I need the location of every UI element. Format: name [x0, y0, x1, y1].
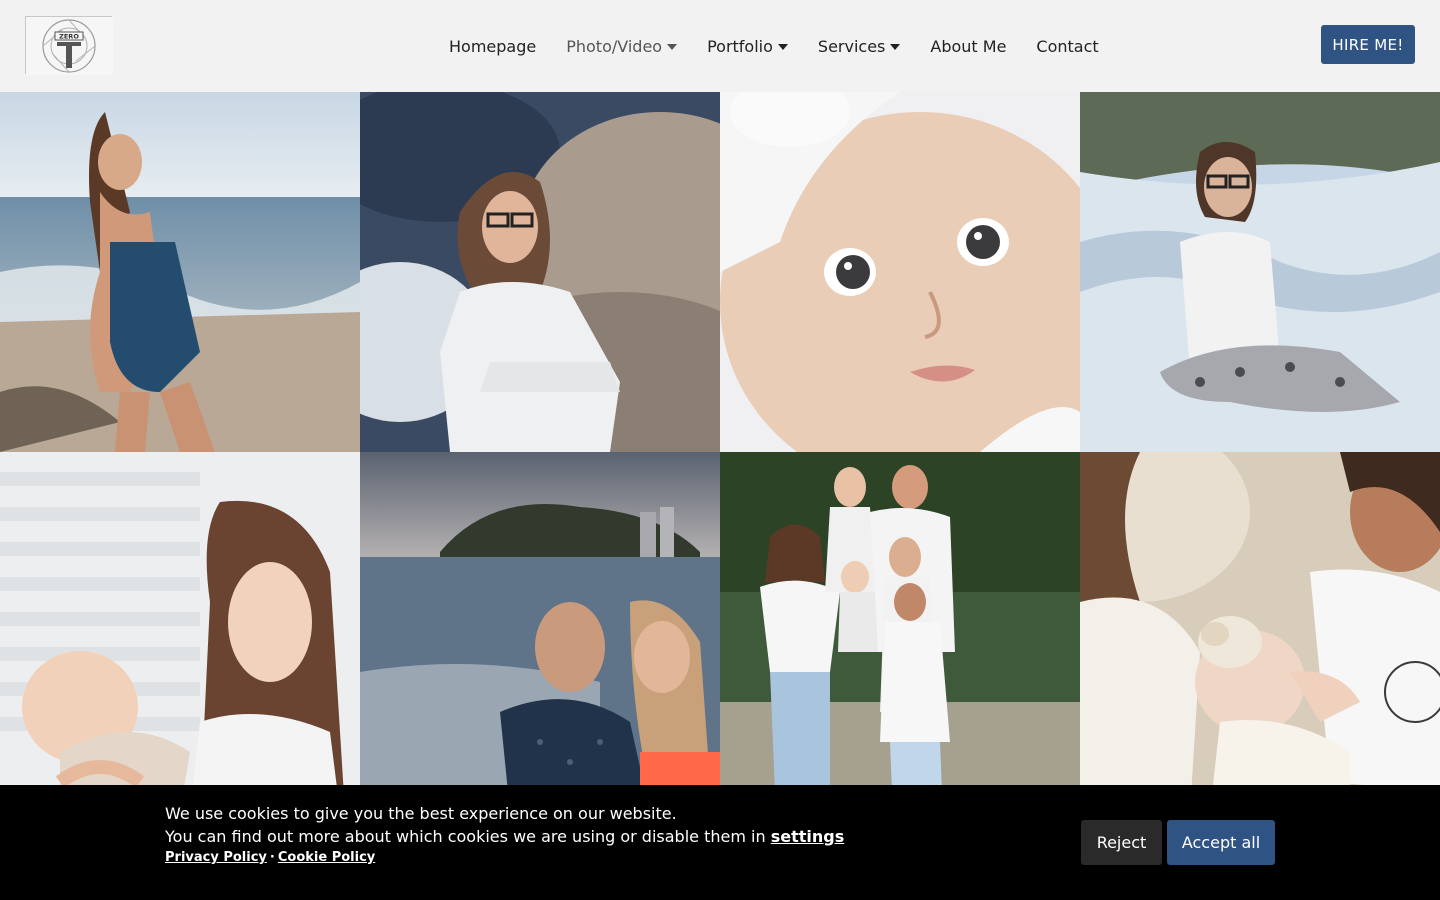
caret-down-icon [667, 44, 678, 50]
gallery-photo-mother-baby[interactable] [0, 452, 360, 812]
cookie-policy-link[interactable]: Cookie Policy [278, 850, 375, 865]
photo-woman-swimsuit-image [0, 92, 360, 452]
nav-homepage[interactable]: Homepage [449, 37, 536, 56]
nav-portfolio[interactable]: Portfolio [707, 37, 788, 56]
accept-all-cookies-button[interactable]: Accept all [1167, 820, 1275, 865]
main-navigation: Homepage Photo/Video Portfolio Services … [449, 0, 1129, 92]
gallery-photo-baby-closeup[interactable] [720, 92, 1080, 452]
site-header: ZERO Homepage Photo/Video Portfolio Serv… [0, 0, 1440, 92]
gallery-photo-woman-rocks[interactable] [360, 92, 720, 452]
photo-woman-sitting-image [1080, 92, 1440, 452]
photo-woman-glasses-image [360, 92, 720, 452]
cookie-message: We use cookies to give you the best expe… [165, 802, 844, 848]
gallery-photo-parents-baby[interactable] [1080, 452, 1440, 812]
privacy-policy-link[interactable]: Privacy Policy [165, 850, 267, 865]
gallery-photo-woman-beach[interactable] [0, 92, 360, 452]
nav-contact-label: Contact [1036, 36, 1099, 56]
cookie-settings-link[interactable]: settings [771, 827, 845, 846]
link-separator: · [269, 850, 275, 865]
caret-down-icon [777, 44, 788, 50]
cookie-policy-links: Privacy Policy · Cookie Policy [165, 850, 375, 865]
reject-cookies-button[interactable]: Reject [1081, 820, 1162, 865]
nav-contact[interactable]: Contact [1036, 37, 1098, 56]
photo-gallery [0, 92, 1440, 812]
photo-couple-image [360, 452, 720, 812]
nav-about-me-label: About Me [930, 36, 1007, 56]
nav-services[interactable]: Services [817, 36, 901, 56]
cookie-line-2: You can find out more about which cookie… [165, 825, 844, 848]
cookie-consent-banner: We use cookies to give you the best expe… [0, 785, 1440, 900]
gallery-photo-couple-beach[interactable] [360, 452, 720, 812]
photo-family-image [720, 452, 1080, 812]
gallery-photo-woman-sand[interactable] [1080, 92, 1440, 452]
nav-portfolio-label: Portfolio [707, 36, 773, 56]
camera-shutter-logo-icon: ZERO [26, 17, 113, 75]
caret-down-icon [890, 44, 901, 50]
logo-text: ZERO [59, 33, 79, 41]
cookie-line-2-text: You can find out more about which cookie… [165, 827, 771, 846]
nav-services-label: Services [817, 36, 886, 56]
hire-me-button[interactable]: HIRE ME! [1321, 25, 1415, 64]
photo-baby-face-image [720, 92, 1080, 452]
nav-about-me[interactable]: About Me [930, 37, 1006, 56]
cookie-line-1: We use cookies to give you the best expe… [165, 804, 677, 823]
photo-parents-baby-image [1080, 452, 1440, 812]
site-logo[interactable]: ZERO [25, 16, 113, 75]
nav-photo-video[interactable]: Photo/Video [566, 36, 678, 56]
gallery-photo-family[interactable] [720, 452, 1080, 812]
nav-homepage-label: Homepage [449, 36, 537, 56]
photo-mother-baby-image [0, 452, 360, 812]
nav-photo-video-label: Photo/Video [566, 36, 663, 56]
